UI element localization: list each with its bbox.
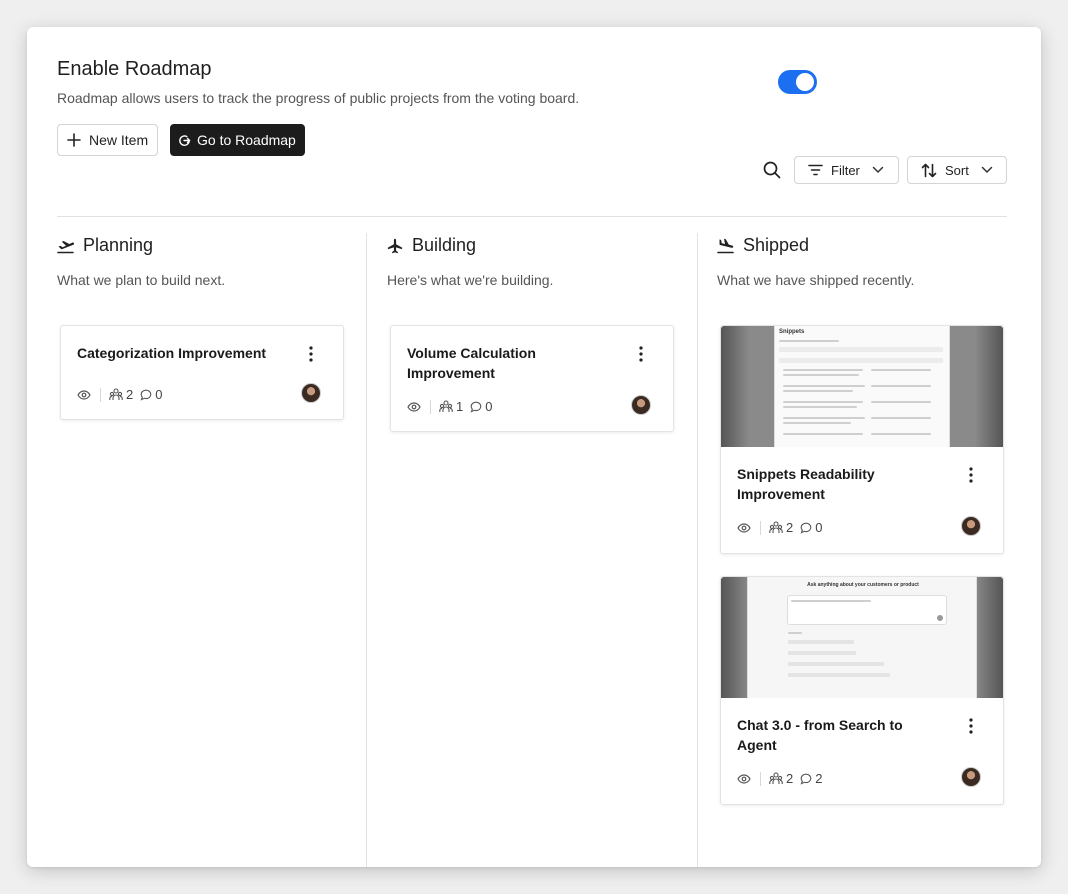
enable-roadmap-toggle[interactable]: [778, 70, 817, 94]
comments-count: 0: [470, 399, 492, 414]
thumbnail-heading: Snippets: [779, 329, 805, 335]
avatar: [301, 383, 321, 403]
chevron-down-icon: [872, 166, 884, 174]
sort-dropdown[interactable]: Sort: [907, 156, 1007, 184]
card-menu-button[interactable]: [961, 716, 981, 736]
eye-icon: [737, 773, 751, 784]
more-vertical-icon: [309, 346, 313, 362]
search-icon: [763, 161, 781, 179]
voters-value: 1: [456, 399, 464, 414]
roadmap-card[interactable]: Categorization Improvement 2 0: [60, 325, 344, 420]
sort-label: Sort: [945, 162, 969, 178]
users-icon: [769, 772, 783, 784]
voters-count: 2: [769, 771, 793, 786]
avatar: [961, 516, 981, 536]
card-menu-button[interactable]: [961, 465, 981, 485]
more-vertical-icon: [969, 467, 973, 483]
card-menu-button[interactable]: [301, 344, 321, 364]
toolbar-divider: [57, 216, 1007, 217]
card-meta: 2 2: [737, 771, 822, 786]
card-meta: 2 0: [737, 520, 822, 535]
section-description: Roadmap allows users to track the progre…: [57, 90, 580, 106]
roadmap-card[interactable]: Ask anything about your customers or pro…: [720, 576, 1004, 805]
users-icon: [769, 521, 783, 533]
comments-value: 0: [815, 520, 823, 535]
airplane-takeoff-icon: [57, 240, 74, 253]
eye-icon: [737, 522, 751, 533]
column-description: What we plan to build next.: [57, 272, 226, 288]
search-button[interactable]: [762, 160, 782, 180]
chevron-down-icon: [981, 166, 993, 174]
eye-icon: [407, 401, 421, 412]
column-header-building: Building: [387, 235, 476, 256]
thumbnail-heading: Ask anything about your customers or pro…: [807, 582, 919, 588]
meta-separator: [760, 520, 761, 535]
card-thumbnail: Ask anything about your customers or pro…: [721, 577, 1003, 698]
comments-count: 2: [800, 771, 822, 786]
avatar: [631, 395, 651, 415]
column-title: Planning: [83, 235, 154, 255]
comment-icon: [800, 522, 812, 534]
column-description: Here's what we're building.: [387, 272, 554, 288]
avatar: [961, 767, 981, 787]
eye-icon: [77, 389, 91, 400]
comments-count: 0: [140, 387, 162, 402]
go-to-roadmap-label: Go to Roadmap: [197, 132, 296, 148]
comment-icon: [140, 389, 152, 401]
plus-icon: [67, 133, 81, 147]
roadmap-settings-panel: Enable Roadmap Roadmap allows users to t…: [27, 27, 1041, 867]
card-thumbnail: Snippets: [721, 326, 1003, 447]
airplane-landing-icon: [717, 238, 734, 253]
more-vertical-icon: [639, 346, 643, 362]
roadmap-card[interactable]: Snippets Snippets Readability Improvemen…: [720, 325, 1004, 554]
comments-count: 0: [800, 520, 822, 535]
sort-icon: [921, 163, 937, 177]
new-item-button[interactable]: New Item: [57, 124, 158, 156]
voters-value: 2: [126, 387, 134, 402]
column-description: What we have shipped recently.: [717, 272, 915, 288]
card-title: Categorization Improvement: [77, 345, 267, 361]
more-vertical-icon: [969, 718, 973, 734]
comments-value: 2: [815, 771, 823, 786]
meta-separator: [430, 399, 431, 414]
comment-icon: [800, 773, 812, 785]
card-title: Volume Calculation Improvement: [407, 345, 536, 381]
voters-value: 2: [786, 771, 794, 786]
voters-count: 2: [769, 520, 793, 535]
filter-label: Filter: [831, 162, 860, 178]
voters-count: 2: [109, 387, 133, 402]
comments-value: 0: [155, 387, 163, 402]
card-menu-button[interactable]: [631, 344, 651, 364]
column-title: Shipped: [743, 235, 810, 255]
filter-dropdown[interactable]: Filter: [794, 156, 899, 184]
meta-separator: [760, 771, 761, 786]
users-icon: [439, 400, 453, 412]
column-title: Building: [412, 235, 477, 255]
column-header-shipped: Shipped: [717, 235, 809, 256]
column-divider: [697, 233, 698, 867]
card-meta: 1 0: [407, 399, 492, 414]
card-title: Chat 3.0 - from Search to Agent: [737, 717, 903, 753]
section-title: Enable Roadmap: [57, 58, 212, 80]
comments-value: 0: [485, 399, 493, 414]
card-meta: 2 0: [77, 387, 162, 402]
go-to-roadmap-button[interactable]: Go to Roadmap: [170, 124, 305, 156]
voters-value: 2: [786, 520, 794, 535]
filter-icon: [808, 164, 823, 176]
new-item-label: New Item: [89, 132, 149, 148]
external-link-icon: [179, 134, 191, 146]
users-icon: [109, 388, 123, 400]
comment-icon: [470, 401, 482, 413]
voters-count: 1: [439, 399, 463, 414]
roadmap-card[interactable]: Volume Calculation Improvement 1 0: [390, 325, 674, 432]
column-header-planning: Planning: [57, 235, 153, 256]
card-title: Snippets Readability Improvement: [737, 466, 875, 502]
airplane-icon: [387, 238, 403, 253]
column-divider: [366, 233, 367, 867]
meta-separator: [100, 387, 101, 402]
